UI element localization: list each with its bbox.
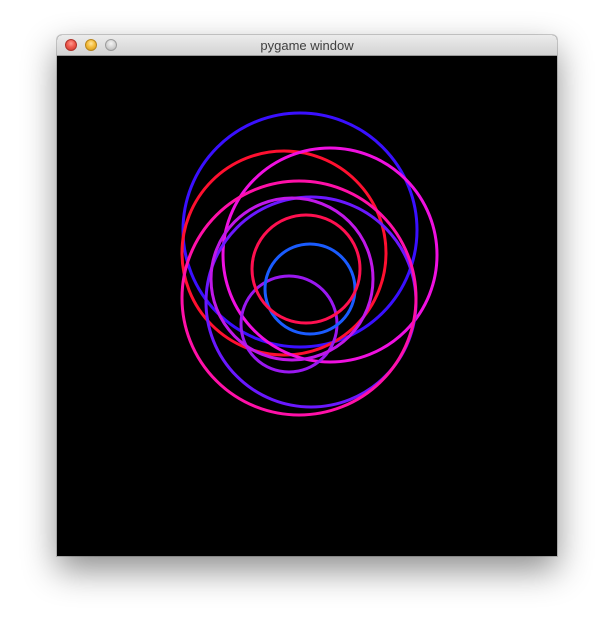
title-bar[interactable]: pygame window [57, 35, 557, 56]
circles-drawing [180, 111, 439, 417]
circle-blue-small [263, 242, 357, 336]
circle-magenta-mid [209, 196, 375, 362]
pygame-window: pygame window [57, 35, 557, 556]
game-canvas[interactable] [57, 56, 557, 556]
circle-purple-mid [204, 195, 418, 409]
window-title: pygame window [260, 38, 354, 53]
